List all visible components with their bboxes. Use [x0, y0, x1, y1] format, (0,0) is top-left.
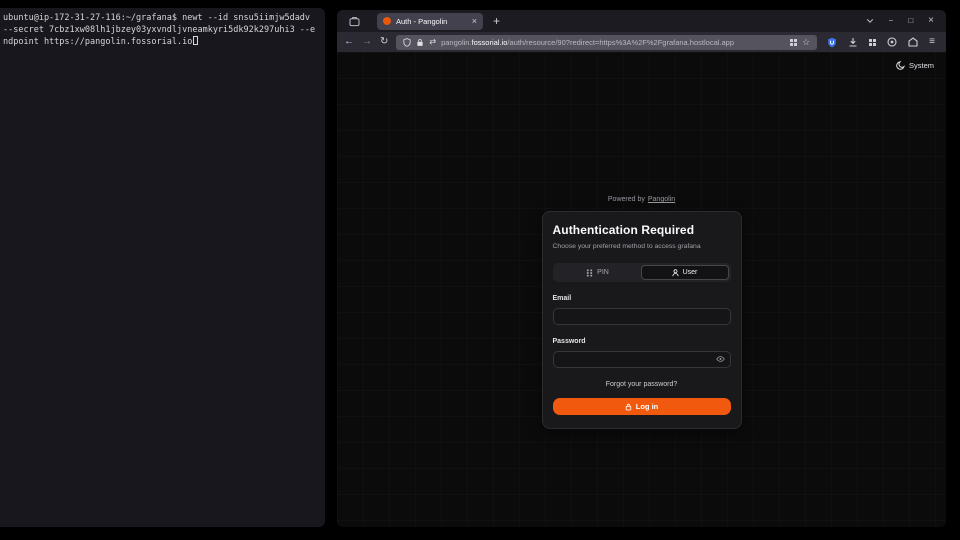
- terminal-line: --secret 7cbz1xw08lh1jbzey03yxvndljvneam…: [3, 24, 322, 36]
- show-password-eye-icon[interactable]: [716, 355, 725, 362]
- password-label: Password: [553, 338, 731, 345]
- window-maximize-button[interactable]: □: [908, 17, 913, 25]
- tab-bar: Auth - Pangolin × + − □ ×: [337, 10, 946, 32]
- downloads-icon[interactable]: [848, 37, 858, 47]
- list-tabs-chevron-icon[interactable]: [866, 17, 874, 25]
- terminal-line: ndpoint https://pangolin.fossorial.io: [3, 36, 322, 48]
- menu-hamburger-icon[interactable]: ≡: [929, 37, 935, 47]
- password-field[interactable]: [553, 351, 731, 368]
- email-label: Email: [553, 295, 731, 302]
- account-icon[interactable]: [887, 37, 897, 47]
- permissions-switch-icon[interactable]: ⇄: [429, 38, 436, 46]
- auth-card: Authentication Required Choose your pref…: [542, 211, 742, 429]
- pangolin-link[interactable]: Pangolin: [648, 196, 675, 203]
- window-close-button[interactable]: ×: [928, 16, 934, 26]
- tracking-protection-shield-icon[interactable]: [403, 38, 411, 47]
- auth-method-tabs: PIN User: [553, 263, 731, 282]
- terminal-window[interactable]: ubuntu@ip-172-31-27-116:~/grafana$ newt …: [0, 8, 325, 527]
- url-text: pangolin.fossorial.io/auth/resource/90?r…: [441, 38, 785, 47]
- tab-pin[interactable]: PIN: [555, 265, 641, 280]
- url-bar[interactable]: ⇄ pangolin.fossorial.io/auth/resource/90…: [396, 35, 817, 50]
- back-button[interactable]: ←: [344, 37, 354, 47]
- user-icon: [672, 269, 679, 277]
- window-minimize-button[interactable]: −: [889, 17, 894, 25]
- pangolin-favicon-icon: [383, 17, 391, 25]
- sidebar-panel-icon[interactable]: [908, 37, 918, 47]
- navigation-toolbar: ← → ↻ ⇄ pangolin.fossorial.io/auth/resou…: [337, 32, 946, 52]
- tab-user[interactable]: User: [641, 265, 729, 280]
- https-lock-icon[interactable]: [416, 38, 424, 47]
- lock-icon: [625, 403, 632, 411]
- powered-by: Powered byPangolin: [608, 196, 675, 203]
- email-field[interactable]: [553, 308, 731, 325]
- page-content: System Powered byPangolin Authentication…: [337, 52, 946, 527]
- forgot-password-link[interactable]: Forgot your password?: [553, 381, 731, 388]
- tab-title: Auth - Pangolin: [396, 17, 447, 26]
- forward-button[interactable]: →: [362, 37, 372, 47]
- browser-window: Auth - Pangolin × + − □ × ← → ↻: [337, 10, 946, 527]
- new-tab-button[interactable]: +: [493, 15, 500, 27]
- tab-auth-pangolin[interactable]: Auth - Pangolin ×: [377, 13, 483, 30]
- extension-ublock-icon[interactable]: [827, 37, 837, 48]
- tab-close-icon[interactable]: ×: [464, 17, 477, 26]
- card-title: Authentication Required: [553, 223, 731, 237]
- card-subtitle: Choose your preferred method to access g…: [553, 243, 731, 250]
- pin-keypad-icon: [586, 269, 593, 277]
- desktop: ubuntu@ip-172-31-27-116:~/grafana$ newt …: [0, 0, 960, 540]
- container-grid-icon[interactable]: [790, 39, 797, 46]
- bookmark-star-icon[interactable]: ☆: [802, 38, 810, 47]
- login-button[interactable]: Log in: [553, 398, 731, 415]
- terminal-cursor: [193, 36, 198, 45]
- terminal-line: ubuntu@ip-172-31-27-116:~/grafana$ newt …: [3, 12, 322, 24]
- firefox-view-icon[interactable]: [347, 14, 361, 28]
- reload-button[interactable]: ↻: [380, 37, 388, 47]
- apps-grid-icon[interactable]: [869, 39, 876, 46]
